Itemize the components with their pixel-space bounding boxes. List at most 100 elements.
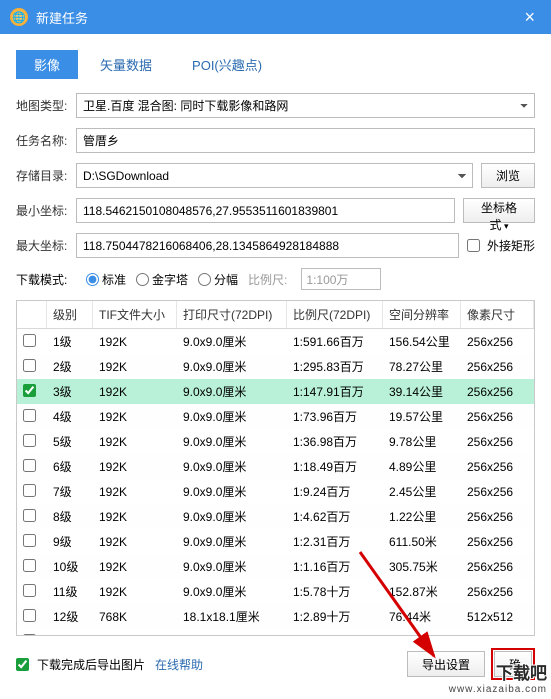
row-checkbox[interactable]	[23, 384, 36, 397]
cell-scale: 1:2.89十万	[287, 604, 383, 629]
cell-size: 1.13M	[93, 629, 177, 636]
tab-vector[interactable]: 矢量数据	[82, 50, 170, 79]
row-checkbox[interactable]	[23, 459, 36, 472]
cell-px: 256x256	[461, 354, 534, 379]
coord-format-button[interactable]: 坐标格式 ▾	[463, 198, 535, 223]
table-row[interactable]: 6级192K9.0x9.0厘米1:18.49百万4.89公里256x256	[17, 454, 534, 479]
table-row[interactable]: 13级1.13M18.1x27.1厘米1:1.44十万38.22米512x768	[17, 629, 534, 636]
radio-pyramid[interactable]: 金字塔	[136, 271, 188, 288]
export-settings-button[interactable]: 导出设置	[407, 651, 485, 677]
cell-size: 192K	[93, 504, 177, 529]
row-checkbox[interactable]	[23, 434, 36, 447]
cell-level: 11级	[47, 579, 93, 604]
cell-print: 9.0x9.0厘米	[177, 504, 287, 529]
radio-split[interactable]: 分幅	[198, 271, 238, 288]
table-row[interactable]: 2级192K9.0x9.0厘米1:295.83百万78.27公里256x256	[17, 354, 534, 379]
confirm-button[interactable]: 确	[494, 651, 532, 677]
export-after-checkbox[interactable]	[16, 658, 29, 671]
table-row[interactable]: 10级192K9.0x9.0厘米1:1.16百万305.75米256x256	[17, 554, 534, 579]
scale-input	[301, 268, 381, 290]
scale-label: 比例尺:	[248, 271, 287, 288]
tabs: 影像 矢量数据 POI(兴趣点)	[16, 50, 535, 79]
browse-button[interactable]: 浏览	[481, 163, 535, 188]
save-dir-select[interactable]: D:\SGDownload	[76, 163, 473, 188]
row-checkbox[interactable]	[23, 359, 36, 372]
row-checkbox[interactable]	[23, 559, 36, 572]
row-checkbox[interactable]	[23, 484, 36, 497]
bounding-rect-checkbox[interactable]	[467, 239, 480, 252]
cell-level: 4级	[47, 404, 93, 429]
max-coord-input[interactable]	[76, 233, 459, 258]
table-row[interactable]: 12级768K18.1x18.1厘米1:2.89十万76.44米512x512	[17, 604, 534, 629]
col-level[interactable]: 级别	[47, 301, 93, 329]
cell-print: 9.0x9.0厘米	[177, 379, 287, 404]
col-res[interactable]: 空间分辨率	[383, 301, 461, 329]
cell-print: 9.0x9.0厘米	[177, 529, 287, 554]
cell-res: 611.50米	[383, 529, 461, 554]
app-icon: 🌐	[10, 8, 28, 26]
table-row[interactable]: 8级192K9.0x9.0厘米1:4.62百万1.22公里256x256	[17, 504, 534, 529]
table-row[interactable]: 1级192K9.0x9.0厘米1:591.66百万156.54公里256x256	[17, 329, 534, 355]
cell-res: 4.89公里	[383, 454, 461, 479]
cell-res: 152.87米	[383, 579, 461, 604]
cell-res: 39.14公里	[383, 379, 461, 404]
cell-print: 9.0x9.0厘米	[177, 579, 287, 604]
table-row[interactable]: 11级192K9.0x9.0厘米1:5.78十万152.87米256x256	[17, 579, 534, 604]
table-row[interactable]: 3级192K9.0x9.0厘米1:147.91百万39.14公里256x256	[17, 379, 534, 404]
min-coord-label: 最小坐标:	[16, 202, 76, 219]
cell-px: 256x256	[461, 554, 534, 579]
cell-level: 1级	[47, 329, 93, 355]
export-after-download[interactable]: 下载完成后导出图片	[16, 656, 145, 673]
cell-res: 76.44米	[383, 604, 461, 629]
map-type-select[interactable]: 卫星.百度 混合图: 同时下载影像和路网	[76, 93, 535, 118]
download-mode-label: 下载模式:	[16, 271, 76, 288]
task-name-input[interactable]	[76, 128, 535, 153]
bounding-rect-check[interactable]: 外接矩形	[467, 237, 535, 254]
close-icon[interactable]: ×	[518, 7, 541, 28]
min-coord-input[interactable]	[76, 198, 455, 223]
cell-scale: 1:295.83百万	[287, 354, 383, 379]
confirm-highlight: 确	[491, 648, 535, 680]
cell-level: 12级	[47, 604, 93, 629]
row-checkbox[interactable]	[23, 409, 36, 422]
cell-size: 192K	[93, 404, 177, 429]
table-row[interactable]: 5级192K9.0x9.0厘米1:36.98百万9.78公里256x256	[17, 429, 534, 454]
row-checkbox[interactable]	[23, 634, 36, 637]
cell-level: 13级	[47, 629, 93, 636]
cell-px: 256x256	[461, 429, 534, 454]
tab-image[interactable]: 影像	[16, 50, 78, 79]
cell-print: 9.0x9.0厘米	[177, 454, 287, 479]
cell-px: 256x256	[461, 379, 534, 404]
cell-level: 3级	[47, 379, 93, 404]
row-checkbox[interactable]	[23, 334, 36, 347]
cell-print: 9.0x9.0厘米	[177, 329, 287, 355]
level-table: 级别 TIF文件大小 打印尺寸(72DPI) 比例尺(72DPI) 空间分辨率 …	[16, 300, 535, 636]
cell-px: 256x256	[461, 504, 534, 529]
table-row[interactable]: 4级192K9.0x9.0厘米1:73.96百万19.57公里256x256	[17, 404, 534, 429]
table-row[interactable]: 7级192K9.0x9.0厘米1:9.24百万2.45公里256x256	[17, 479, 534, 504]
col-print[interactable]: 打印尺寸(72DPI)	[177, 301, 287, 329]
row-checkbox[interactable]	[23, 509, 36, 522]
table-row[interactable]: 9级192K9.0x9.0厘米1:2.31百万611.50米256x256	[17, 529, 534, 554]
row-checkbox[interactable]	[23, 584, 36, 597]
col-px[interactable]: 像素尺寸	[461, 301, 534, 329]
row-checkbox[interactable]	[23, 534, 36, 547]
cell-scale: 1:2.31百万	[287, 529, 383, 554]
radio-standard[interactable]: 标准	[86, 271, 126, 288]
cell-scale: 1:591.66百万	[287, 329, 383, 355]
tab-poi[interactable]: POI(兴趣点)	[174, 50, 280, 79]
cell-px: 256x256	[461, 479, 534, 504]
cell-scale: 1:9.24百万	[287, 479, 383, 504]
col-size[interactable]: TIF文件大小	[93, 301, 177, 329]
cell-scale: 1:5.78十万	[287, 579, 383, 604]
map-type-label: 地图类型:	[16, 97, 76, 114]
col-check[interactable]	[17, 301, 47, 329]
cell-level: 8级	[47, 504, 93, 529]
task-name-label: 任务名称:	[16, 132, 76, 149]
col-scale[interactable]: 比例尺(72DPI)	[287, 301, 383, 329]
help-link[interactable]: 在线帮助	[155, 656, 203, 673]
cell-res: 19.57公里	[383, 404, 461, 429]
row-checkbox[interactable]	[23, 609, 36, 622]
cell-size: 192K	[93, 529, 177, 554]
cell-res: 156.54公里	[383, 329, 461, 355]
